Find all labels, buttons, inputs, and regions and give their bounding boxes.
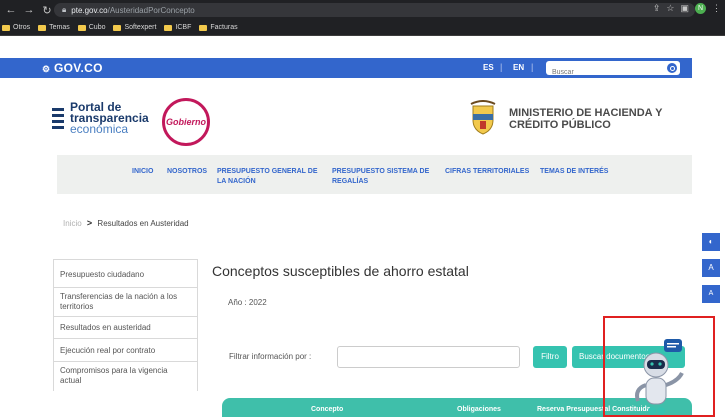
bookmark-temas[interactable]: Temas [38, 24, 70, 31]
breadcrumb-current: Resultados en Austeridad [97, 219, 189, 228]
sidebar-item-presupuesto-ciudadano[interactable]: Presupuesto ciudadano [53, 259, 198, 287]
coat-of-arms-icon [470, 100, 496, 135]
folder-icon [199, 24, 208, 31]
bookmark-softexpert[interactable]: Softexpert [113, 24, 156, 31]
site-search [546, 61, 680, 80]
nav-temas-interes[interactable]: TEMAS DE INTERÉS [540, 167, 608, 177]
gobierno-logo: Gobierno [162, 98, 210, 146]
folder-icon [77, 24, 86, 31]
nav-cifras-territoriales[interactable]: CIFRAS TERRITORIALES [445, 167, 529, 177]
forward-icon[interactable]: → [22, 4, 36, 16]
url-domain: pte.gov.co [71, 5, 108, 15]
menu-icon[interactable]: ⋮ [712, 3, 721, 14]
folder-icon [2, 24, 10, 31]
breadcrumb-separator: > [86, 218, 93, 228]
main-nav: INICIO NOSOTROS PRESUPUESTO GENERAL DE L… [57, 155, 692, 194]
nav-inicio[interactable]: INICIO [132, 167, 153, 177]
sidebar-item-resultados-austeridad[interactable]: Resultados en austeridad [53, 316, 198, 338]
sidebar-item-ejecucion-contrato[interactable]: Ejecución real por contrato [53, 338, 198, 361]
document-icon [52, 104, 66, 134]
year-label: Año : 2022 [228, 298, 267, 307]
nav-presupuesto-regalias[interactable]: PRESUPUESTO SISTEMA DE REGALÍAS [332, 167, 429, 187]
filter-button[interactable]: Filtro [533, 346, 567, 368]
breadcrumb: Inicio > Resultados en Austeridad [63, 218, 189, 228]
folder-icon [164, 24, 173, 31]
contrast-icon[interactable]: ◐ [702, 233, 720, 251]
highlight-box [603, 316, 715, 417]
sidebar-item-transferencias[interactable]: Transferencias de la nación a los territ… [53, 287, 198, 316]
govco-bar: ⚙ GOV.CO ES | EN | [0, 58, 692, 80]
sidebar: Presupuesto ciudadano Transferencias de … [53, 259, 198, 391]
lang-en-button[interactable]: EN [513, 63, 524, 72]
lang-separator: | [500, 62, 503, 72]
page: ← → ↻ 🔒︎ pte.gov.co /AusteridadPorConcep… [0, 0, 725, 417]
column-header-obligaciones[interactable]: Obligaciones [457, 406, 501, 413]
bookmarks-bar: Otros Temas Cubo Softexpert ICBF Factura… [0, 20, 725, 36]
bookmark-facturas[interactable]: Facturas [199, 24, 238, 31]
filter-field[interactable] [337, 346, 520, 368]
folder-icon [38, 24, 47, 31]
nav-nosotros[interactable]: NOSOTROS [167, 167, 207, 177]
bookmark-icbf[interactable]: ICBF [164, 24, 191, 31]
browser-actions: ⇪ ☆ ▣ N ⋮ [653, 3, 721, 14]
share-icon[interactable]: ⇪ [653, 3, 661, 14]
folder-icon [113, 24, 122, 31]
address-bar[interactable]: 🔒︎ pte.gov.co /AusteridadPorConcepto [54, 3, 695, 17]
govco-logo[interactable]: ⚙ GOV.CO [42, 61, 103, 75]
ministry-name: MINISTERIO DE HACIENDA Y CRÉDITO PÚBLICO [509, 107, 663, 131]
browser-toolbar: ← → ↻ 🔒︎ pte.gov.co /AusteridadPorConcep… [0, 0, 725, 20]
portal-title-line3: económica [70, 122, 129, 136]
page-title: Conceptos susceptibles de ahorro estatal [212, 263, 469, 279]
lang-separator: | [531, 62, 534, 72]
breadcrumb-home[interactable]: Inicio [63, 219, 82, 228]
search-input[interactable] [546, 65, 656, 80]
nav-presupuesto-general[interactable]: PRESUPUESTO GENERAL DE LA NACIÓN [217, 167, 318, 187]
sidebar-item-compromisos[interactable]: Compromisos para la vigencia actual [53, 361, 198, 391]
search-icon[interactable] [667, 63, 677, 73]
increase-font-button[interactable]: A [702, 259, 720, 277]
govco-emblem-icon: ⚙ [42, 64, 51, 74]
filter-label: Filtrar información por : [229, 352, 312, 361]
bookmark-otros[interactable]: Otros [2, 24, 30, 31]
profile-avatar[interactable]: N [695, 3, 706, 14]
back-icon[interactable]: ← [4, 4, 18, 16]
column-header-concepto[interactable]: Concepto [311, 406, 343, 413]
portal-logo[interactable]: Portal de transparencia económica [52, 101, 149, 136]
bookmark-cubo[interactable]: Cubo [77, 24, 105, 31]
lock-icon: 🔒︎ [62, 5, 67, 14]
bookmark-star-icon[interactable]: ☆ [666, 3, 674, 14]
sidepanel-icon[interactable]: ▣ [680, 3, 689, 14]
reload-icon[interactable]: ↻ [40, 4, 54, 17]
decrease-font-button[interactable]: A [702, 285, 720, 303]
lang-es-button[interactable]: ES [483, 63, 494, 72]
url-path: /AusteridadPorConcepto [107, 5, 195, 15]
